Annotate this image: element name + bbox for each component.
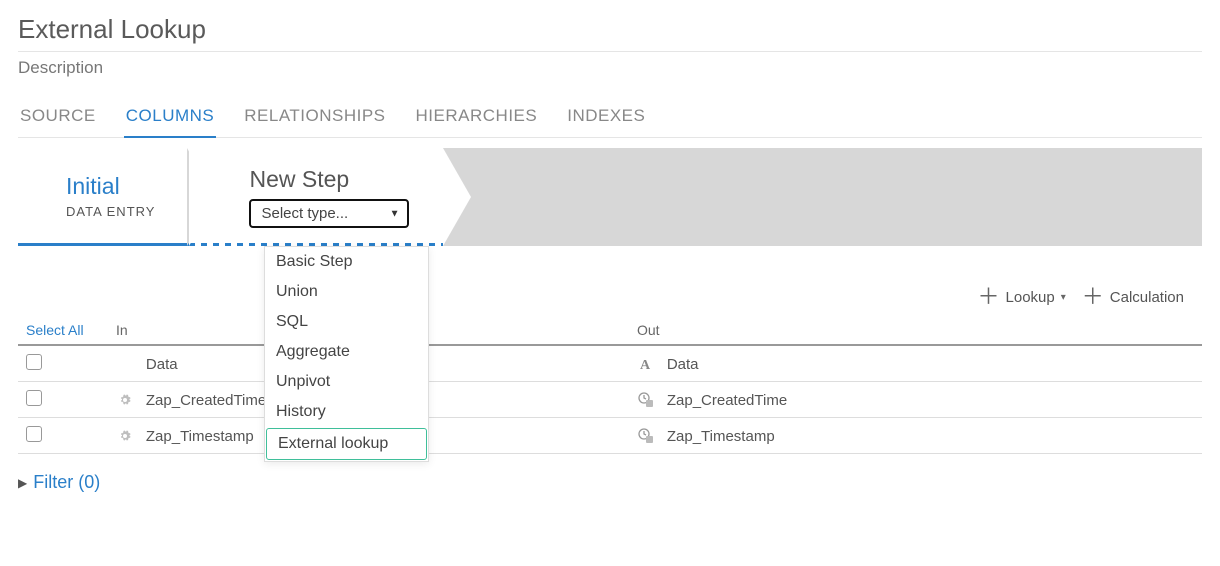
dropdown-item-history[interactable]: History bbox=[265, 397, 428, 427]
out-label[interactable]: Data bbox=[667, 355, 699, 372]
in-label[interactable]: Zap_CreatedTime bbox=[146, 391, 266, 408]
plus-icon: ＋ bbox=[1082, 286, 1104, 308]
tab-indexes[interactable]: INDEXES bbox=[565, 100, 647, 137]
filter-toggle[interactable]: ▶ Filter (0) bbox=[18, 472, 1202, 493]
row-checkbox[interactable] bbox=[26, 390, 42, 406]
table-row: Data A Data bbox=[18, 345, 1202, 382]
add-lookup-label: Lookup bbox=[1006, 289, 1055, 306]
tabs: SOURCE COLUMNS RELATIONSHIPS HIERARCHIES… bbox=[18, 100, 1202, 138]
text-type-icon: A bbox=[637, 356, 655, 372]
plus-icon: ＋ bbox=[978, 286, 1000, 308]
add-lookup-button[interactable]: ＋ Lookup ▾ bbox=[978, 286, 1066, 308]
page-root: External Lookup Description SOURCE COLUM… bbox=[0, 0, 1220, 513]
subtitle-row: Description bbox=[18, 51, 1202, 78]
gear-icon bbox=[116, 394, 134, 406]
add-calculation-label: Calculation bbox=[1110, 289, 1184, 306]
tab-hierarchies[interactable]: HIERARCHIES bbox=[414, 100, 540, 137]
out-label[interactable]: Zap_CreatedTime bbox=[667, 391, 787, 408]
columns-table: Select All In Out Data A Data bbox=[18, 316, 1202, 454]
step-initial[interactable]: Initial DATA ENTRY bbox=[18, 148, 189, 246]
datetime-icon bbox=[637, 392, 655, 408]
dropdown-item-aggregate[interactable]: Aggregate bbox=[265, 337, 428, 367]
chevron-down-icon: ▾ bbox=[1061, 292, 1066, 303]
add-calculation-button[interactable]: ＋ Calculation bbox=[1082, 286, 1184, 308]
dropdown-item-sql[interactable]: SQL bbox=[265, 307, 428, 337]
step-type-select-label: Select type... bbox=[261, 205, 348, 222]
step-new-title: New Step bbox=[249, 166, 409, 193]
in-label[interactable]: Data bbox=[146, 355, 178, 372]
in-label[interactable]: Zap_Timestamp bbox=[146, 427, 254, 444]
table-row: Zap_CreatedTime Zap_CreatedTime bbox=[18, 382, 1202, 418]
tab-columns[interactable]: COLUMNS bbox=[124, 100, 217, 138]
step-initial-title: Initial bbox=[66, 173, 155, 200]
row-checkbox[interactable] bbox=[26, 354, 42, 370]
datetime-icon bbox=[637, 428, 655, 444]
step-type-select[interactable]: Select type... ▼ bbox=[249, 199, 409, 228]
page-subtitle[interactable]: Description bbox=[18, 58, 1202, 78]
out-header: Out bbox=[629, 316, 1202, 345]
svg-text:A: A bbox=[640, 358, 651, 372]
dropdown-item-external-lookup[interactable]: External lookup bbox=[266, 428, 427, 460]
page-title: External Lookup bbox=[18, 14, 1202, 45]
dropdown-item-unpivot[interactable]: Unpivot bbox=[265, 367, 428, 397]
table-row: Zap_Timestamp Zap_Timestamp bbox=[18, 418, 1202, 454]
select-all-header[interactable]: Select All bbox=[18, 316, 108, 345]
dropdown-item-union[interactable]: Union bbox=[265, 277, 428, 307]
steps-bar: Initial DATA ENTRY New Step Select type.… bbox=[18, 148, 1202, 246]
tab-relationships[interactable]: RELATIONSHIPS bbox=[242, 100, 387, 137]
tab-source[interactable]: SOURCE bbox=[18, 100, 98, 137]
step-type-dropdown: Basic Step Union SQL Aggregate Unpivot H… bbox=[264, 246, 429, 462]
chevron-down-icon: ▼ bbox=[390, 208, 400, 219]
out-label[interactable]: Zap_Timestamp bbox=[667, 427, 775, 444]
filter-label: Filter (0) bbox=[33, 472, 100, 493]
dropdown-item-basic-step[interactable]: Basic Step bbox=[265, 247, 428, 277]
row-checkbox[interactable] bbox=[26, 426, 42, 442]
toolbar: ＋ Lookup ▾ ＋ Calculation bbox=[18, 246, 1202, 316]
triangle-right-icon: ▶ bbox=[18, 476, 27, 490]
step-new[interactable]: New Step Select type... ▼ bbox=[189, 148, 443, 246]
step-initial-sub: DATA ENTRY bbox=[66, 204, 155, 219]
gear-icon bbox=[116, 430, 134, 442]
